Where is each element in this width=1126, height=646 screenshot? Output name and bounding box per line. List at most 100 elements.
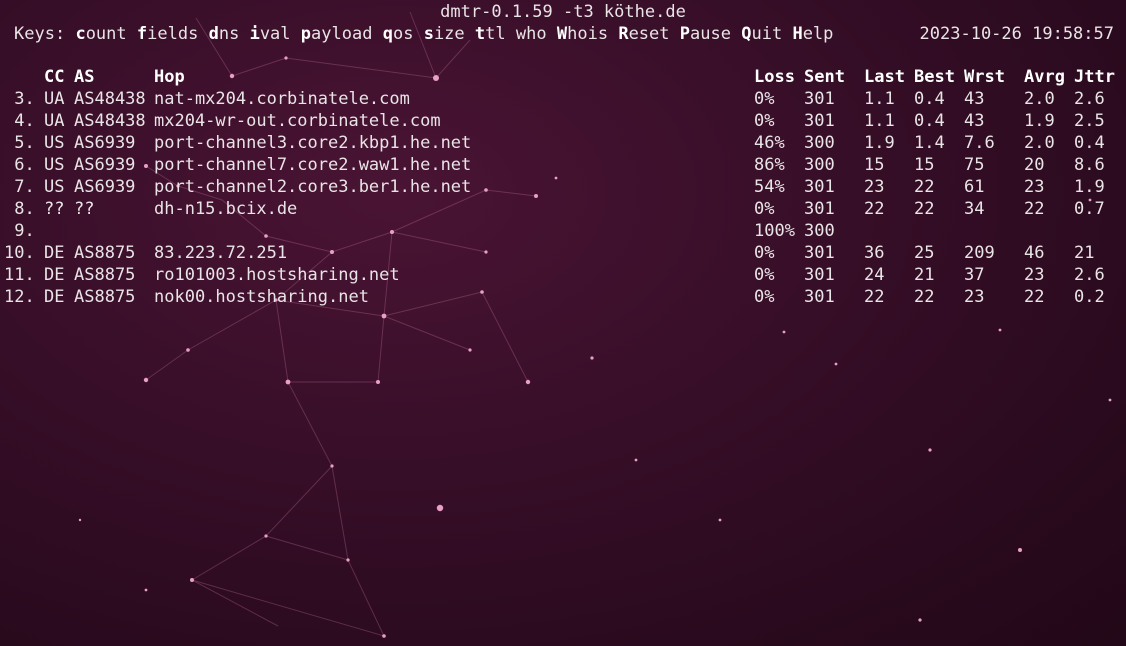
cell-sent: 301 [804,287,835,307]
cell-as: AS48438 [74,111,146,131]
cell-best: 0.4 [914,89,945,109]
header-hop: Hop [154,67,185,87]
header-wrst: Wrst [964,67,1005,87]
key-hint-label: val [259,24,291,44]
cell-sent: 300 [804,221,835,241]
key-hint-letter: P [679,24,691,44]
key-hint-letter: W [556,24,568,44]
cell-sent: 301 [804,177,835,197]
header-loss: Loss [754,67,795,87]
table-row: 9. 100% 300 [0,220,1126,242]
cell-sent: 301 [804,199,835,219]
table-row: 4. UA AS48438 mx204-wr-out.corbinatele.com 0… [0,110,1126,132]
cell-avrg: 23 [1024,177,1045,197]
key-hint[interactable]: qos [372,24,414,44]
cell-last: 15 [864,155,885,175]
key-hint[interactable]: Whois [547,24,608,44]
cell-last: 1.9 [864,133,895,153]
cell-jttr: 0.4 [1074,133,1105,153]
terminal-window[interactable]: dmtr-0.1.59 -t3 köthe.de Keys: count fie… [0,0,1126,646]
key-hint[interactable]: ttl [465,24,506,44]
cell-loss: 46% [754,133,785,153]
cell-wrst: 43 [964,89,985,109]
cell-as: AS6939 [74,155,136,175]
key-hint-letter: f [136,24,148,44]
cell-hop: nat-mx204.corbinatele.com [154,89,410,109]
header-best: Best [914,67,955,87]
key-hint-label: os [392,24,414,44]
cell-loss: 0% [754,287,775,307]
cell-cc: ?? [44,199,65,219]
cell-cc: US [44,133,65,153]
table-row: 12. DE AS8875 nok00.hostsharing.net 0% 301 22 2… [0,286,1126,308]
cell-as: AS6939 [74,133,136,153]
table-row: 10. DE AS8875 83.223.72.251 0% 301 36 25 209 46 21 [0,242,1126,264]
key-hint-letter: i [249,24,260,44]
key-hint[interactable]: dns [198,24,240,44]
key-hint[interactable]: Reset [608,24,669,44]
cell-wrst: 37 [964,265,985,285]
cell-jttr: 8.6 [1074,155,1105,175]
cell-best: 21 [914,265,935,285]
key-hint[interactable]: payload [291,24,373,44]
key-hint[interactable]: size [413,24,465,44]
header-jttr: Jttr [1074,67,1115,87]
cell-last: 36 [864,243,885,263]
cell-loss: 0% [754,89,775,109]
key-hint-label: who [515,24,547,44]
key-hint-letter: H [792,24,803,44]
cell-as: ?? [74,199,95,219]
key-hint[interactable]: Help [782,24,833,44]
key-hint[interactable]: Quit [731,24,782,44]
cell-last: 23 [864,177,885,197]
cell-as: AS8875 [74,287,136,307]
cell-n: 3. [4,89,35,109]
key-hint[interactable]: fields [127,24,198,44]
cell-best: 25 [914,243,935,263]
cell-as: AS8875 [74,243,136,263]
cell-jttr: 21 [1074,243,1095,263]
key-hint-label: hois [567,24,609,44]
key-hint-label: uit [751,24,783,44]
keys-bar: Keys: count fields dns ival payload qos … [14,23,833,45]
keys-prefix: Keys: [14,24,66,44]
cell-n: 4. [4,111,35,131]
cell-hop: port-channel3.core2.kbp1.he.net [154,133,472,153]
cell-cc: DE [44,287,65,307]
cell-avrg: 23 [1024,265,1045,285]
cell-sent: 301 [804,265,835,285]
table-row: 6. US AS6939 port-channel7.core2.waw1.he.ne… [0,154,1126,176]
cell-wrst: 7.6 [964,133,995,153]
key-hint[interactable]: Pause [670,24,731,44]
key-hint-label: tl [485,24,506,44]
cell-wrst: 23 [964,287,985,307]
cell-best: 22 [914,177,935,197]
cell-cc: DE [44,243,65,263]
key-hint-letter: t [474,24,486,44]
key-hint-letter: d [208,24,219,44]
cell-jttr: 2.6 [1074,265,1105,285]
cell-cc: UA [44,111,65,131]
cell-jttr: 2.5 [1074,111,1105,131]
key-hint-label: ize [433,24,465,44]
cell-as: AS6939 [74,177,136,197]
key-hint[interactable]: ival [239,24,291,44]
cell-last: 24 [864,265,885,285]
cell-loss: 100% [754,221,795,241]
key-hint-label: eset [628,24,670,44]
key-hint-label: ause [690,24,731,44]
cell-avrg: 22 [1024,287,1045,307]
cell-loss: 86% [754,155,785,175]
header-as: AS [74,67,95,87]
cell-loss: 0% [754,111,775,131]
key-hint[interactable]: count [65,24,126,44]
key-hint-letter: p [300,24,312,44]
cell-wrst: 34 [964,199,985,219]
key-hint-letter: s [423,24,434,44]
cell-wrst: 209 [964,243,995,263]
cell-wrst: 75 [964,155,985,175]
header-avrg: Avrg [1024,67,1065,87]
cell-best: 22 [914,199,935,219]
datetime: 2023-10-26 19:58:57 [919,24,1114,44]
key-hint[interactable]: who [506,24,547,44]
